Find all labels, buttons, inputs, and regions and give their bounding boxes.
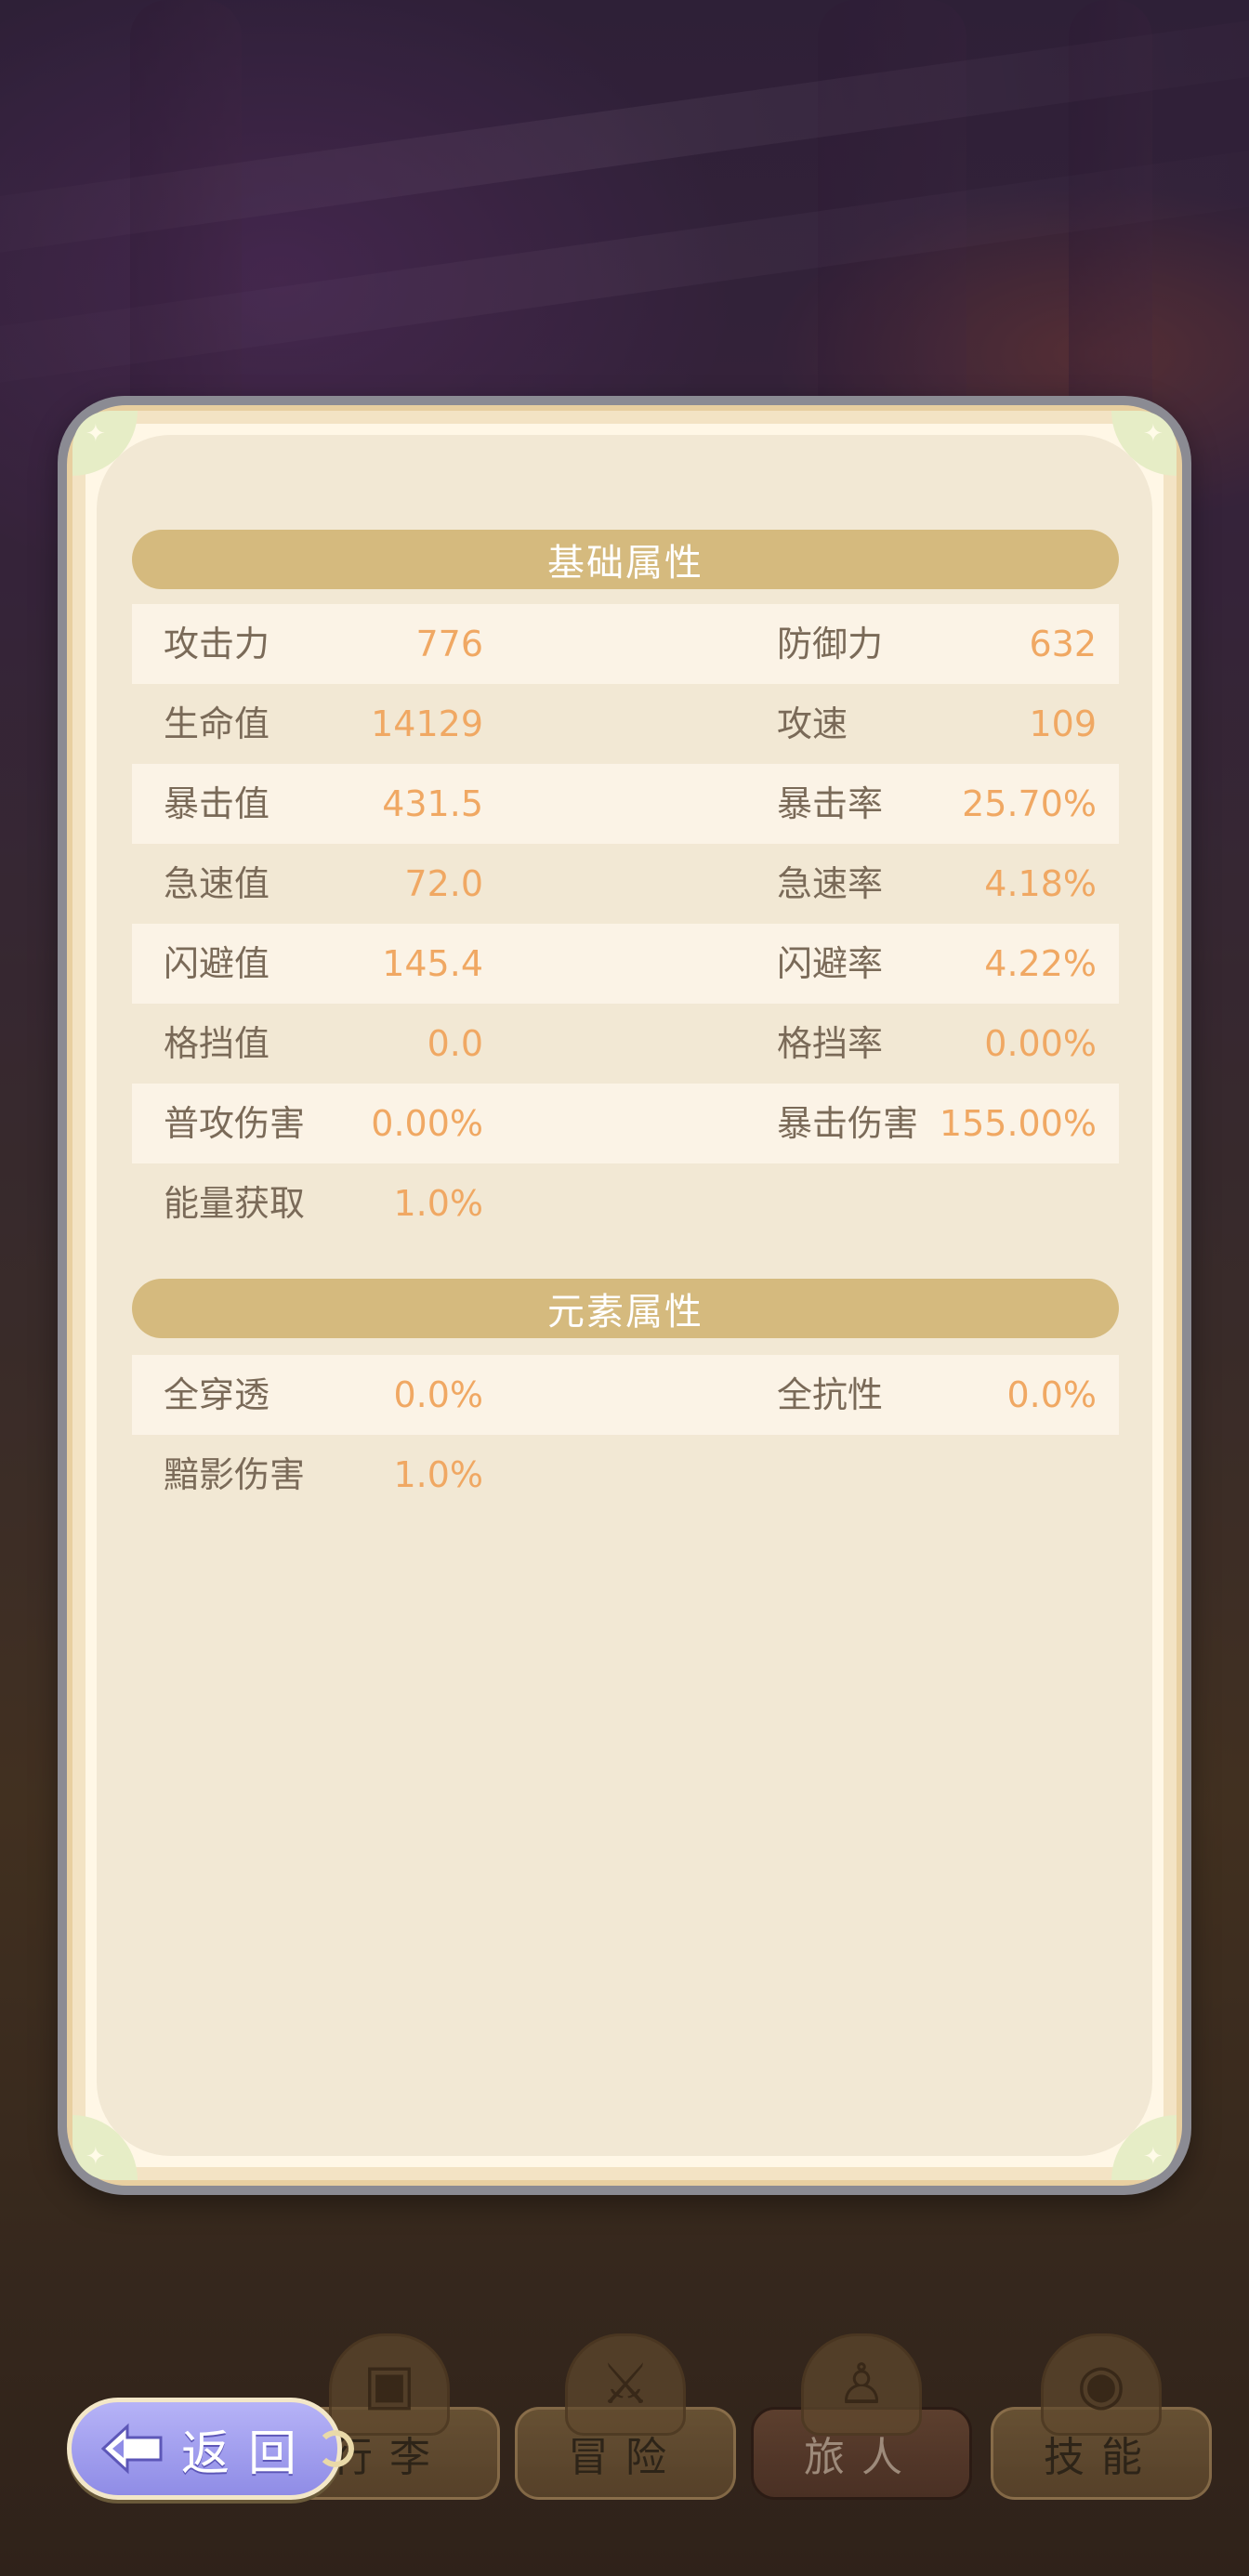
stat-row: 攻击力 776 防御力 632 — [132, 604, 1119, 684]
section-header-elemental: 元素属性 — [132, 1279, 1119, 1338]
stat-value: 0.00% — [371, 1103, 483, 1144]
stat-label: 能量获取 — [164, 1183, 306, 1224]
stat-label: 全穿透 — [164, 1374, 270, 1415]
stat-label: 暴击值 — [164, 783, 270, 824]
stat-label: 黯影伤害 — [164, 1454, 306, 1495]
eye-sigil-icon: ◉ — [1041, 2333, 1162, 2436]
stat-value: 72.0 — [404, 863, 483, 904]
stat-label: 格挡率 — [777, 1023, 884, 1064]
tab-traveler[interactable]: ♙ 旅人 — [751, 2333, 972, 2500]
stat-value: 0.0% — [393, 1374, 483, 1415]
stat-value: 4.22% — [984, 943, 1097, 984]
stat-label: 格挡值 — [164, 1023, 270, 1064]
stat-value: 155.00% — [939, 1103, 1097, 1144]
hooded-figure-icon: ♙ — [801, 2333, 922, 2436]
stat-label: 急速率 — [777, 863, 884, 904]
tab-skills[interactable]: ◉ 技能 — [991, 2333, 1212, 2500]
stat-label: 攻速 — [777, 703, 848, 744]
curl-ornament — [317, 2430, 354, 2467]
return-button[interactable]: 返回 — [67, 2398, 354, 2500]
section-header-basic: 基础属性 — [132, 530, 1119, 589]
stat-value: 632 — [1029, 624, 1097, 664]
stat-value: 109 — [1029, 703, 1097, 744]
stat-label: 闪避率 — [777, 943, 884, 984]
stat-label: 生命值 — [164, 703, 270, 744]
stat-label: 攻击力 — [164, 624, 270, 664]
stat-row: 能量获取 1.0% — [132, 1163, 1119, 1243]
stat-row: 暴击值 431.5 暴击率 25.70% — [132, 764, 1119, 844]
stat-label: 普攻伤害 — [164, 1103, 306, 1144]
stat-value: 25.70% — [962, 783, 1097, 824]
stat-label: 防御力 — [777, 624, 884, 664]
stat-row: 急速值 72.0 急速率 4.18% — [132, 844, 1119, 924]
stat-value: 431.5 — [382, 783, 483, 824]
back-arrow-icon — [99, 2421, 164, 2477]
stat-label: 急速值 — [164, 863, 270, 904]
crossed-swords-icon: ⚔ — [565, 2333, 686, 2436]
stat-value: 145.4 — [382, 943, 483, 984]
stat-row: 生命值 14129 攻速 109 — [132, 684, 1119, 764]
stat-value: 776 — [415, 624, 483, 664]
stat-value: 0.0 — [427, 1023, 483, 1064]
chest-icon: ▣ — [329, 2333, 450, 2436]
stat-row: 全穿透 0.0% 全抗性 0.0% — [132, 1355, 1119, 1435]
stat-row: 格挡值 0.0 格挡率 0.00% — [132, 1004, 1119, 1084]
stat-label: 闪避值 — [164, 943, 270, 984]
tab-adventure[interactable]: ⚔ 冒险 — [515, 2333, 736, 2500]
stat-label: 全抗性 — [777, 1374, 884, 1415]
stat-row: 闪避值 145.4 闪避率 4.22% — [132, 924, 1119, 1004]
stat-label: 暴击伤害 — [777, 1103, 919, 1144]
stat-value: 0.0% — [1006, 1374, 1097, 1415]
stat-value: 4.18% — [984, 863, 1097, 904]
stat-row: 黯影伤害 1.0% — [132, 1435, 1119, 1515]
return-label: 返回 — [181, 2425, 316, 2482]
stat-value: 1.0% — [393, 1454, 483, 1495]
stat-value: 14129 — [371, 703, 483, 744]
stat-label: 暴击率 — [777, 783, 884, 824]
stat-value: 0.00% — [984, 1023, 1097, 1064]
stat-row: 普攻伤害 0.00% 暴击伤害 155.00% — [132, 1084, 1119, 1163]
stat-value: 1.0% — [393, 1183, 483, 1224]
